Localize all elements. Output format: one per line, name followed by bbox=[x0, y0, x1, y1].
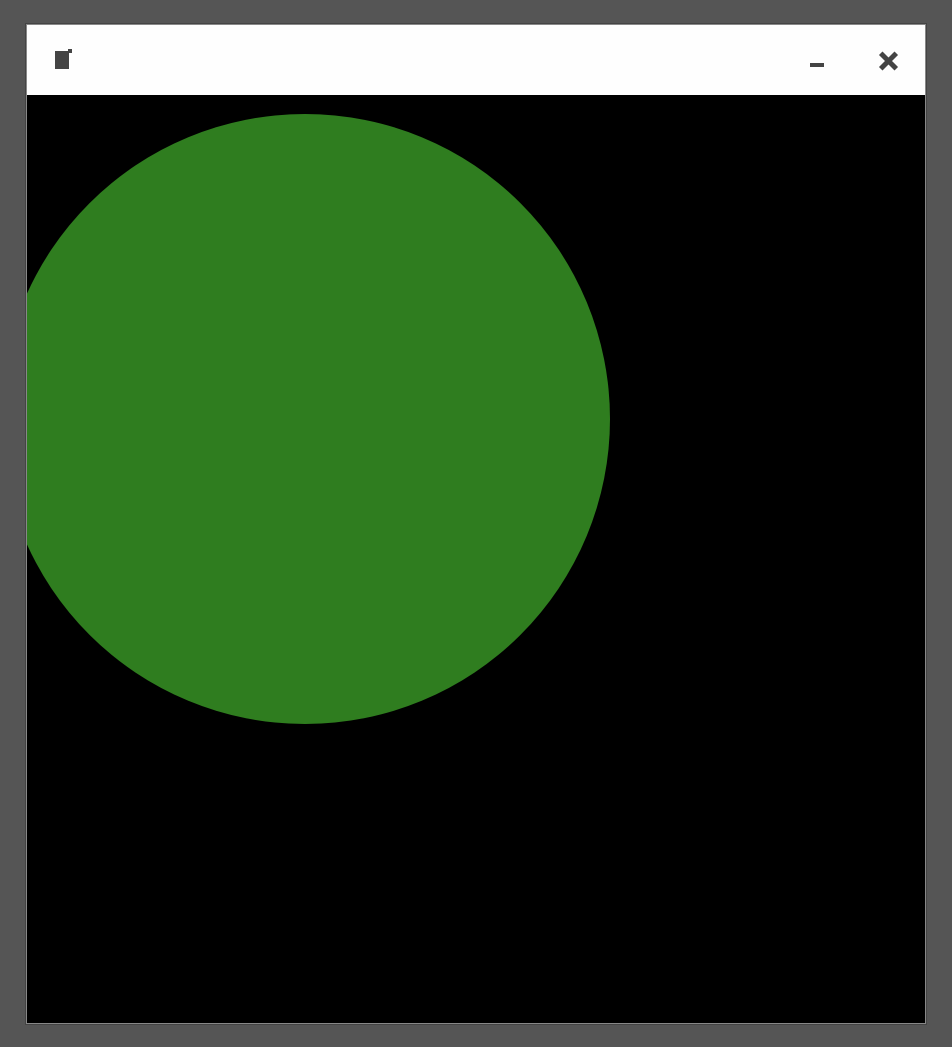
titlebar-controls bbox=[807, 50, 897, 70]
close-icon bbox=[878, 51, 896, 69]
titlebar[interactable] bbox=[27, 25, 925, 95]
minimize-button[interactable] bbox=[807, 50, 827, 70]
circle-shape bbox=[27, 114, 610, 724]
titlebar-left bbox=[55, 51, 69, 69]
minimize-icon bbox=[810, 63, 824, 67]
app-window bbox=[26, 24, 926, 1024]
app-icon bbox=[55, 51, 69, 69]
canvas[interactable] bbox=[27, 95, 925, 1023]
close-button[interactable] bbox=[877, 50, 897, 70]
